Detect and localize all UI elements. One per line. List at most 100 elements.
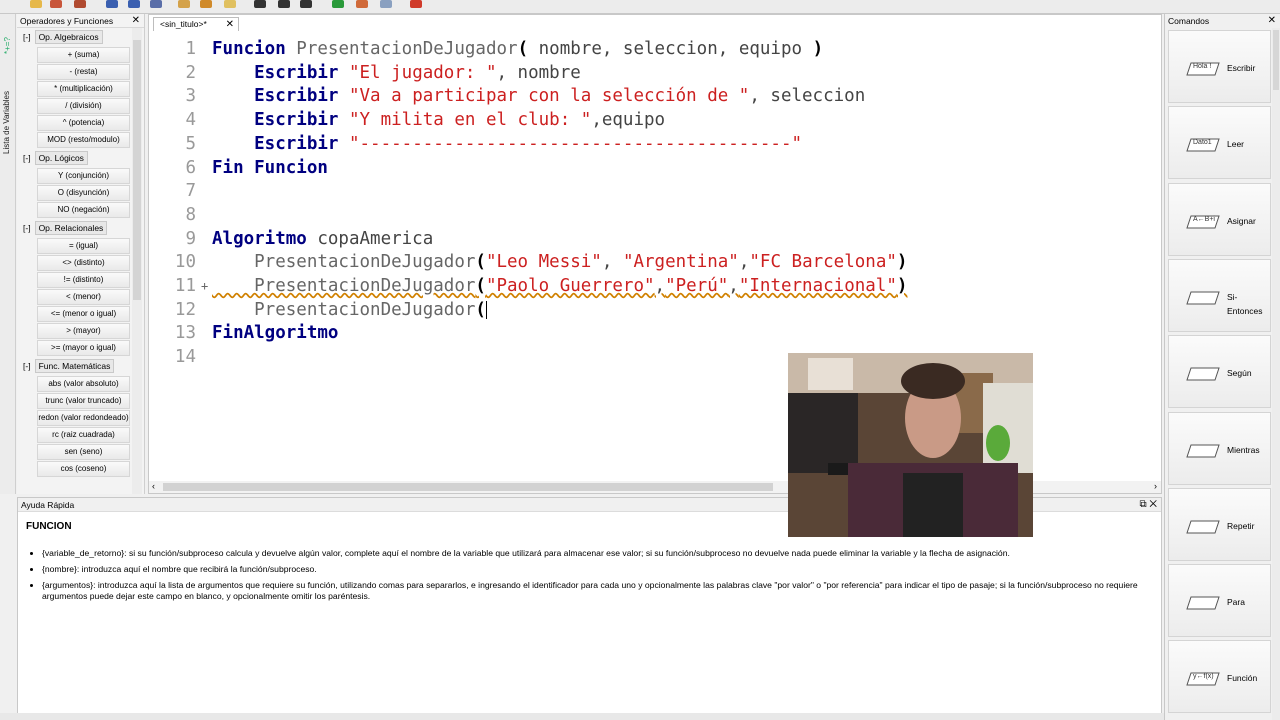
scroll-right-icon[interactable]: ›: [1154, 481, 1157, 491]
scroll-thumb[interactable]: [163, 483, 773, 491]
operator-button[interactable]: ^ (potencia): [37, 115, 130, 131]
redo-icon[interactable]: [128, 0, 140, 8]
collapse-icon[interactable]: [-]: [23, 361, 31, 371]
command-label: Leer: [1227, 139, 1245, 150]
operator-button[interactable]: NO (negación): [37, 202, 130, 218]
operator-group-header[interactable]: [-] Op. Relacionales: [17, 219, 132, 237]
code-text[interactable]: PresentacionDeJugador(: [212, 298, 487, 322]
code-line[interactable]: 9 Algoritmo copaAmerica: [149, 227, 1159, 251]
operator-button[interactable]: > (mayor): [37, 323, 130, 339]
code-line[interactable]: 5 Escribir "----------------------------…: [149, 132, 1159, 156]
code-line[interactable]: 11 + PresentacionDeJugador("Paolo Guerrer…: [149, 274, 1159, 298]
operators-scrollbar[interactable]: [132, 28, 142, 494]
code-text[interactable]: PresentacionDeJugador("Paolo Guerrero","…: [212, 274, 907, 298]
line-number: 11: [174, 276, 196, 296]
code-text[interactable]: FinAlgoritmo: [212, 321, 338, 345]
code-text[interactable]: Escribir "Va a participar con la selecci…: [212, 84, 865, 108]
code-text[interactable]: Escribir "Y milita en el club: ",equipo: [212, 108, 665, 132]
paste-icon[interactable]: [200, 0, 212, 8]
notes-icon[interactable]: [224, 0, 236, 8]
cut-icon[interactable]: [150, 0, 162, 8]
operator-button[interactable]: MOD (resto/modulo): [37, 132, 130, 148]
open-file-icon[interactable]: [50, 0, 62, 8]
flowchart-icon[interactable]: [380, 0, 392, 8]
command-if-button[interactable]: Si-Entonces: [1168, 258, 1271, 332]
code-line[interactable]: 6 Fin Funcion: [149, 156, 1159, 180]
scroll-left-icon[interactable]: ‹: [152, 481, 155, 491]
operator-group-header[interactable]: [-] Op. Lógicos: [17, 149, 132, 167]
variables-strip[interactable]: *+=? Lista de Variables: [0, 14, 16, 494]
command-write-button[interactable]: Hola ! Escribir: [1168, 30, 1271, 103]
code-token: "Va a participar con la selección de ": [338, 86, 750, 107]
code-line[interactable]: 12 PresentacionDeJugador(: [149, 298, 1159, 322]
code-line[interactable]: 10 PresentacionDeJugador("Leo Messi", "A…: [149, 250, 1159, 274]
code-line[interactable]: 4 Escribir "Y milita en el club: ",equip…: [149, 108, 1159, 132]
code-line[interactable]: 3 Escribir "Va a participar con la selec…: [149, 84, 1159, 108]
code-token: "---------------------------------------…: [338, 133, 803, 154]
command-while-button[interactable]: Mientras: [1168, 411, 1271, 485]
operator-button[interactable]: sen (seno): [37, 444, 130, 460]
code-line[interactable]: 7: [149, 179, 1159, 203]
scroll-thumb[interactable]: [1273, 30, 1279, 90]
indent-icon[interactable]: [254, 0, 266, 8]
operator-button[interactable]: O (disyunción): [37, 185, 130, 201]
command-icon-text: Dato1: [1193, 139, 1212, 147]
fold-marker[interactable]: +: [201, 274, 208, 298]
save-file-icon[interactable]: [74, 0, 86, 8]
code-line[interactable]: 13 FinAlgoritmo: [149, 321, 1159, 345]
code-text[interactable]: PresentacionDeJugador("Leo Messi", "Arge…: [212, 250, 907, 274]
code-text[interactable]: Algoritmo copaAmerica: [212, 227, 433, 251]
operator-button[interactable]: <> (distinto): [37, 255, 130, 271]
operator-button[interactable]: >= (mayor o igual): [37, 340, 130, 356]
code-text[interactable]: Escribir "El jugador: ", nombre: [212, 61, 581, 85]
outdent-icon[interactable]: [278, 0, 290, 8]
step-icon[interactable]: [356, 0, 368, 8]
code-text[interactable]: Funcion PresentacionDeJugador( nombre, s…: [212, 37, 823, 61]
command-assign-button[interactable]: A←B+i Asignar: [1168, 182, 1271, 256]
close-tab-icon[interactable]: ✕: [226, 18, 234, 31]
code-text[interactable]: Escribir "------------------------------…: [212, 132, 802, 156]
operator-button[interactable]: abs (valor absoluto): [37, 376, 130, 392]
operator-button[interactable]: rc (raiz cuadrada): [37, 427, 130, 443]
command-icon-text: Hola !: [1193, 63, 1212, 70]
scroll-thumb[interactable]: [133, 40, 141, 300]
close-icon[interactable]: ✕: [132, 14, 140, 28]
command-read-button[interactable]: Dato1 Leer: [1168, 106, 1271, 180]
code-text[interactable]: Fin Funcion: [212, 156, 328, 180]
operator-button[interactable]: / (división): [37, 98, 130, 114]
right-scrollbar[interactable]: [1272, 28, 1280, 720]
new-file-icon[interactable]: [30, 0, 42, 8]
run-icon[interactable]: [332, 0, 344, 8]
operator-button[interactable]: = (igual): [37, 238, 130, 254]
collapse-icon[interactable]: [-]: [23, 153, 31, 163]
command-function-button[interactable]: y←f(x) Función: [1168, 640, 1271, 714]
code-token: Funcion: [212, 39, 286, 59]
help-icon[interactable]: [410, 0, 422, 8]
search-icon[interactable]: [300, 0, 312, 8]
command-for-button[interactable]: Para: [1168, 564, 1271, 638]
operator-button[interactable]: redon (valor redondeado): [37, 410, 130, 426]
operator-button[interactable]: trunc (valor truncado): [37, 393, 130, 409]
operator-button[interactable]: + (suma): [37, 47, 130, 63]
operator-button[interactable]: != (distinto): [37, 272, 130, 288]
collapse-icon[interactable]: [-]: [23, 32, 31, 42]
command-repeat-button[interactable]: Repetir: [1168, 487, 1271, 561]
operator-button[interactable]: < (menor): [37, 289, 130, 305]
code-line[interactable]: 2 Escribir "El jugador: ", nombre: [149, 61, 1159, 85]
close-icon[interactable]: ⧉ ✕: [1139, 498, 1157, 512]
code-line[interactable]: 1 Funcion PresentacionDeJugador( nombre, …: [149, 37, 1159, 61]
collapse-icon[interactable]: [-]: [23, 223, 31, 233]
operator-group-header[interactable]: [-] Op. Algebraicos: [17, 28, 132, 46]
undo-icon[interactable]: [106, 0, 118, 8]
command-switch-button[interactable]: Según: [1168, 335, 1271, 409]
close-icon[interactable]: ✕: [1268, 14, 1276, 28]
operator-button[interactable]: cos (coseno): [37, 461, 130, 477]
operator-button[interactable]: - (resta): [37, 64, 130, 80]
operator-group-header[interactable]: [-] Func. Matemáticas: [17, 357, 132, 375]
code-line[interactable]: 8: [149, 203, 1159, 227]
copy-icon[interactable]: [178, 0, 190, 8]
operator-button[interactable]: <= (menor o igual): [37, 306, 130, 322]
tab-sin-titulo[interactable]: <sin_titulo>* ✕: [153, 17, 239, 31]
operator-button[interactable]: * (multiplicación): [37, 81, 130, 97]
operator-button[interactable]: Y (conjunción): [37, 168, 130, 184]
